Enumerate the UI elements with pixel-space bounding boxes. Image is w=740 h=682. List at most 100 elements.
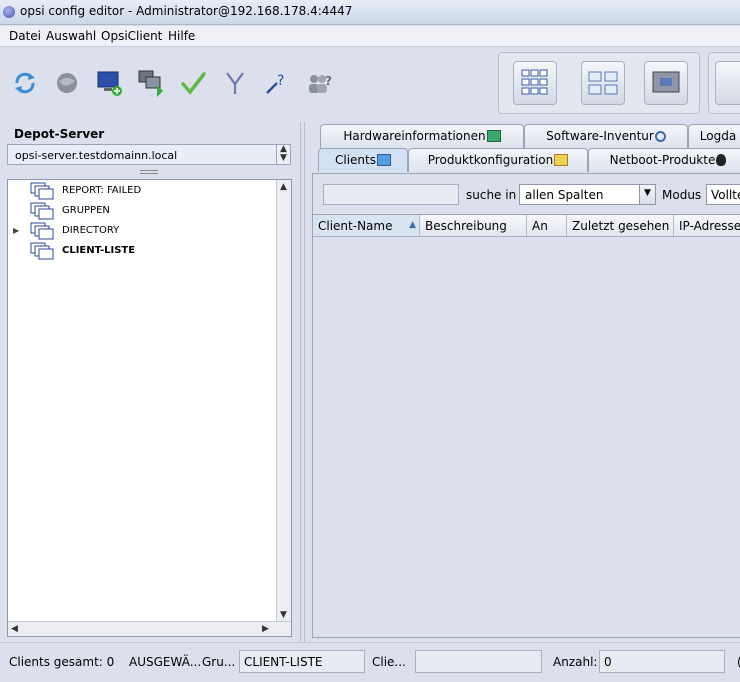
clients-panel: suche in allen Spalten ▼ Modus Volltex C… xyxy=(312,173,740,638)
mode-value: Volltex xyxy=(711,188,740,202)
scroll-right-icon[interactable]: ▶ xyxy=(262,624,269,634)
tree-item-gruppen[interactable]: GRUPPEN xyxy=(8,201,268,221)
tree-label: DIRECTORY xyxy=(62,225,120,236)
column-label: An xyxy=(532,219,548,233)
tab-produktkonfiguration[interactable]: Produktkonfiguration xyxy=(408,148,588,172)
client-field xyxy=(415,650,542,673)
save-button[interactable] xyxy=(177,66,209,100)
depot-server-list[interactable]: opsi-server.testdomainn.local ▲ ▼ xyxy=(7,144,291,165)
selected-label: AUSGEWÄ... xyxy=(129,655,202,669)
group-icon xyxy=(30,202,54,220)
column-ip-adresse[interactable]: IP-Adresse xyxy=(674,215,740,236)
query-button[interactable]: ? xyxy=(261,66,293,100)
tab-label: Produktkonfiguration xyxy=(427,153,554,167)
tab-netboot-produkte[interactable]: Netboot-Produkte xyxy=(588,148,740,172)
tree-item-client-liste[interactable]: CLIENT-LISTE xyxy=(8,241,268,261)
tab-clients[interactable]: Clients xyxy=(318,148,408,172)
clients-view-button[interactable] xyxy=(513,61,557,105)
tab-label: Software-Inventur xyxy=(546,129,654,143)
column-label: IP-Adresse xyxy=(679,219,740,233)
menu-hilfe[interactable]: Hilfe xyxy=(168,29,195,43)
filter-icon xyxy=(226,72,244,94)
scroll-left-icon[interactable]: ◀ xyxy=(11,624,18,634)
expand-arrow-icon[interactable]: ▶ xyxy=(13,226,19,235)
panel-splitter[interactable] xyxy=(297,122,309,642)
extra-view-button[interactable] xyxy=(715,61,740,105)
tab-label: Logda xyxy=(699,129,737,143)
column-beschreibung[interactable]: Beschreibung xyxy=(420,215,527,236)
column-label: Beschreibung xyxy=(425,219,507,233)
reload-button[interactable] xyxy=(9,66,41,100)
tab-hardwareinformationen[interactable]: Hardwareinformationen xyxy=(320,124,524,148)
chevron-down-icon[interactable]: ▼ xyxy=(639,185,655,204)
app-icon xyxy=(3,6,15,18)
window-title: opsi config editor - Administrator@192.1… xyxy=(20,4,353,18)
mode-label: Modus xyxy=(662,188,702,202)
globe-icon xyxy=(57,73,77,93)
search-input[interactable] xyxy=(323,184,459,205)
reload-icon xyxy=(15,72,35,94)
count-label: Anzahl: xyxy=(553,655,598,669)
new-client-button[interactable] xyxy=(93,66,125,100)
menu-auswahl[interactable]: Auswahl xyxy=(46,29,96,43)
depot-scroll[interactable]: ▲ ▼ xyxy=(276,144,290,164)
tree-vertical-scrollbar[interactable]: ▲ ▼ xyxy=(276,180,291,622)
tree-label: REPORT: FAILED xyxy=(62,185,142,196)
column-an[interactable]: An xyxy=(527,215,567,236)
split-handle[interactable] xyxy=(140,170,158,174)
group-label: Gru... xyxy=(202,655,236,669)
tab-logdateien[interactable]: Logda xyxy=(688,124,740,148)
tree-label: GRUPPEN xyxy=(62,205,110,216)
column-label: Zuletzt gesehen xyxy=(572,219,670,233)
deploy-client-button[interactable] xyxy=(135,66,167,100)
tree-horizontal-scrollbar[interactable]: ◀ ▶ xyxy=(8,621,291,636)
penguin-icon xyxy=(716,154,727,166)
splitter-line xyxy=(300,122,301,642)
table-header: Client-Name ▲ Beschreibung An Zuletzt ge… xyxy=(313,215,740,237)
column-zuletzt-gesehen[interactable]: Zuletzt gesehen xyxy=(567,215,674,236)
group-tree: REPORT: FAILED GRUPPEN ▶ DIRECTORY CLIEN… xyxy=(7,179,292,637)
depots-view-button[interactable] xyxy=(581,61,625,105)
magnifier-icon xyxy=(654,131,666,142)
view-mode-group xyxy=(498,52,700,114)
group-icon xyxy=(30,222,54,240)
search-column-value: allen Spalten xyxy=(525,188,604,202)
scroll-down-icon[interactable]: ▼ xyxy=(280,610,287,620)
depot-server-label: Depot-Server xyxy=(14,127,105,141)
tab-label: Hardwareinformationen xyxy=(343,129,486,143)
tab-label: Clients xyxy=(335,153,376,167)
package-icon xyxy=(554,154,569,166)
clients-grid-icon xyxy=(521,69,548,95)
deploy-client-icon xyxy=(138,70,163,97)
depot-button[interactable] xyxy=(51,66,83,100)
svg-text:?: ? xyxy=(325,74,332,88)
search-column-select[interactable]: allen Spalten ▼ xyxy=(519,184,656,205)
tab-software-inventur[interactable]: Software-Inventur xyxy=(524,124,688,148)
depot-server-value[interactable]: opsi-server.testdomainn.local xyxy=(15,149,177,162)
clients-table: Client-Name ▲ Beschreibung An Zuletzt ge… xyxy=(313,214,740,638)
session-info-button[interactable]: ? xyxy=(303,66,335,100)
server-view-button[interactable] xyxy=(644,61,688,105)
toolbar: ? ? xyxy=(0,48,740,122)
scroll-down-icon[interactable]: ▼ xyxy=(280,153,287,163)
scroll-up-icon[interactable]: ▲ xyxy=(280,182,287,192)
title-bar: opsi config editor - Administrator@192.1… xyxy=(0,0,740,25)
mode-select[interactable]: Volltex xyxy=(706,184,740,205)
menu-datei[interactable]: Datei xyxy=(9,29,41,43)
client-label: Clie... xyxy=(372,655,406,669)
clients-total: Clients gesamt: 0 xyxy=(9,655,115,669)
filter-button[interactable] xyxy=(219,66,251,100)
menu-opsiclient[interactable]: OpsiClient xyxy=(101,29,162,43)
status-bar: Clients gesamt: 0 AUSGEWÄ... Gru... CLIE… xyxy=(0,642,740,682)
column-label: Client-Name xyxy=(318,219,393,233)
column-client-name[interactable]: Client-Name ▲ xyxy=(313,215,420,236)
svg-text:?: ? xyxy=(277,73,284,89)
group-field: CLIENT-LISTE xyxy=(239,650,365,673)
tree-item-report-failed[interactable]: REPORT: FAILED xyxy=(8,181,268,201)
checkmark-icon xyxy=(181,72,206,95)
tab-bar: Hardwareinformationen Software-Inventur … xyxy=(310,122,740,174)
search-in-label: suche in xyxy=(466,188,517,202)
count-field: 0 xyxy=(599,650,725,673)
tree-item-directory[interactable]: ▶ DIRECTORY xyxy=(8,221,268,241)
add-client-icon xyxy=(97,71,122,96)
